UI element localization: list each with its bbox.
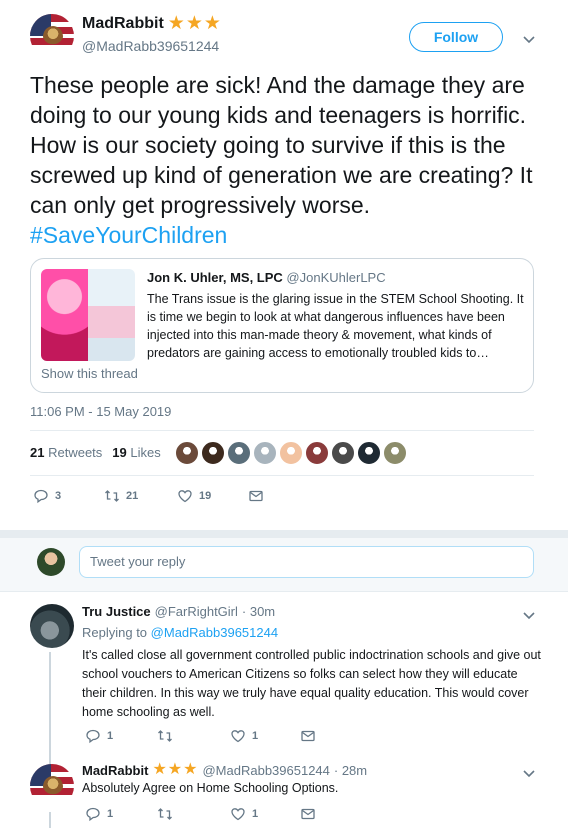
direct-message-action[interactable] — [300, 728, 316, 744]
heart-icon — [231, 730, 245, 743]
direct-message-action[interactable] — [300, 806, 316, 822]
reply-composer: Tweet your reply — [0, 538, 568, 592]
tweet-body: These people are sick! And the damage th… — [30, 72, 533, 218]
tweet-text: These people are sick! And the damage th… — [30, 70, 550, 250]
liker-avatar[interactable] — [201, 441, 225, 465]
like-action[interactable]: 1 — [230, 806, 258, 822]
retweet-action[interactable]: 21 — [104, 488, 138, 504]
reply-tweet: Tru Justice @FarRightGirl · 30m Replying… — [0, 592, 568, 756]
chevron-down-icon[interactable] — [523, 32, 535, 46]
author-avatar[interactable] — [30, 14, 74, 58]
heart-icon — [178, 490, 192, 503]
liker-avatar[interactable] — [305, 441, 329, 465]
reply-count: 1 — [107, 808, 114, 820]
like-count: 19 — [199, 490, 212, 502]
reply-input[interactable]: Tweet your reply — [79, 546, 534, 578]
retweet-action[interactable] — [157, 728, 173, 744]
replying-to: Replying to @MadRabb39651244 — [82, 625, 279, 640]
retweet-count: 21 — [126, 490, 139, 502]
author-handle[interactable]: @MadRabb39651244 — [82, 38, 219, 54]
retweet-icon — [105, 490, 119, 502]
thread-line — [49, 652, 51, 756]
reply-icon — [86, 729, 100, 744]
envelope-icon — [301, 730, 315, 742]
retweets-stat[interactable]: 21 Retweets — [30, 445, 102, 460]
reply-time[interactable]: · 28m — [334, 763, 367, 778]
heart-icon — [231, 808, 245, 821]
reply-author-avatar[interactable] — [30, 604, 74, 648]
reply-text: It's called close all government control… — [82, 648, 541, 719]
liker-avatar[interactable] — [331, 441, 355, 465]
reply-tweet: MadRabbit ★★★ @MadRabb39651244 · 28m Abs… — [0, 756, 568, 828]
author-name[interactable]: MadRabbit — [82, 15, 164, 33]
liker-avatar[interactable] — [357, 441, 381, 465]
quoted-tweet-text: The Trans issue is the glaring issue in … — [147, 292, 524, 360]
reply-count: 3 — [55, 490, 62, 502]
main-tweet: MadRabbit ★★★ @MadRabb39651244 Follow Th… — [0, 0, 568, 530]
reply-action[interactable]: 1 — [85, 728, 113, 744]
liker-avatar[interactable] — [253, 441, 277, 465]
reply-action[interactable]: 3 — [33, 488, 61, 504]
reply-author-name[interactable]: Tru Justice — [82, 604, 151, 619]
reply-icon — [86, 807, 100, 822]
retweet-icon — [158, 730, 172, 742]
quoted-tweet-image — [41, 269, 135, 361]
follow-button[interactable]: Follow — [409, 22, 503, 52]
envelope-icon — [301, 808, 315, 820]
chevron-down-icon[interactable] — [523, 766, 535, 780]
likes-stat[interactable]: 19 Likes — [112, 445, 160, 460]
liker-avatar[interactable] — [383, 441, 407, 465]
reply-action[interactable]: 1 — [85, 806, 113, 822]
reply-author-name[interactable]: MadRabbit — [82, 763, 148, 778]
replying-to-link[interactable]: @MadRabb39651244 — [151, 625, 278, 640]
liker-avatar[interactable] — [175, 441, 199, 465]
thread-line — [49, 812, 51, 828]
direct-message-action[interactable] — [248, 488, 264, 504]
quoted-tweet-header: Jon K. Uhler, MS, LPC @JonKUhlerLPC — [147, 270, 386, 285]
hashtag-link[interactable]: #SaveYourChildren — [30, 222, 227, 248]
liker-avatars[interactable] — [175, 441, 407, 465]
like-action[interactable]: 19 — [177, 488, 211, 504]
reply-author-avatar[interactable] — [30, 764, 74, 808]
reply-header: Tru Justice @FarRightGirl · 30m — [82, 604, 275, 619]
reply-icon — [34, 489, 48, 504]
like-count: 1 — [252, 808, 259, 820]
star-badge-icon: ★★★ — [152, 761, 199, 778]
author-name-row: MadRabbit ★★★ — [82, 14, 222, 33]
reply-header: MadRabbit ★★★ @MadRabb39651244 · 28m — [82, 762, 367, 778]
reply-time[interactable]: · 30m — [242, 604, 275, 619]
quoted-author-handle: @JonKUhlerLPC — [286, 270, 386, 285]
quoted-author-name: Jon K. Uhler, MS, LPC — [147, 270, 283, 285]
liker-avatar[interactable] — [227, 441, 251, 465]
thread-line — [49, 756, 51, 764]
quoted-tweet[interactable]: Jon K. Uhler, MS, LPC @JonKUhlerLPC The … — [30, 258, 534, 393]
current-user-avatar[interactable] — [37, 548, 65, 576]
retweet-action[interactable] — [157, 806, 173, 822]
tweet-actions: 3 21 19 — [0, 486, 568, 506]
section-divider — [0, 530, 568, 538]
like-count: 1 — [252, 730, 259, 742]
liker-avatar[interactable] — [279, 441, 303, 465]
reply-count: 1 — [107, 730, 114, 742]
reply-author-handle[interactable]: @FarRightGirl — [155, 604, 238, 619]
chevron-down-icon[interactable] — [523, 608, 535, 622]
reply-author-handle[interactable]: @MadRabb39651244 — [202, 763, 329, 778]
like-action[interactable]: 1 — [230, 728, 258, 744]
envelope-icon — [249, 490, 263, 502]
engagement-stats: 21 Retweets 19 Likes — [30, 445, 161, 460]
star-badge-icon: ★★★ — [167, 13, 222, 34]
show-thread-link[interactable]: Show this thread — [41, 366, 138, 381]
retweet-icon — [158, 808, 172, 820]
tweet-timestamp[interactable]: 11:06 PM - 15 May 2019 — [30, 404, 171, 419]
reply-text: Absolutely Agree on Home Schooling Optio… — [82, 781, 339, 795]
